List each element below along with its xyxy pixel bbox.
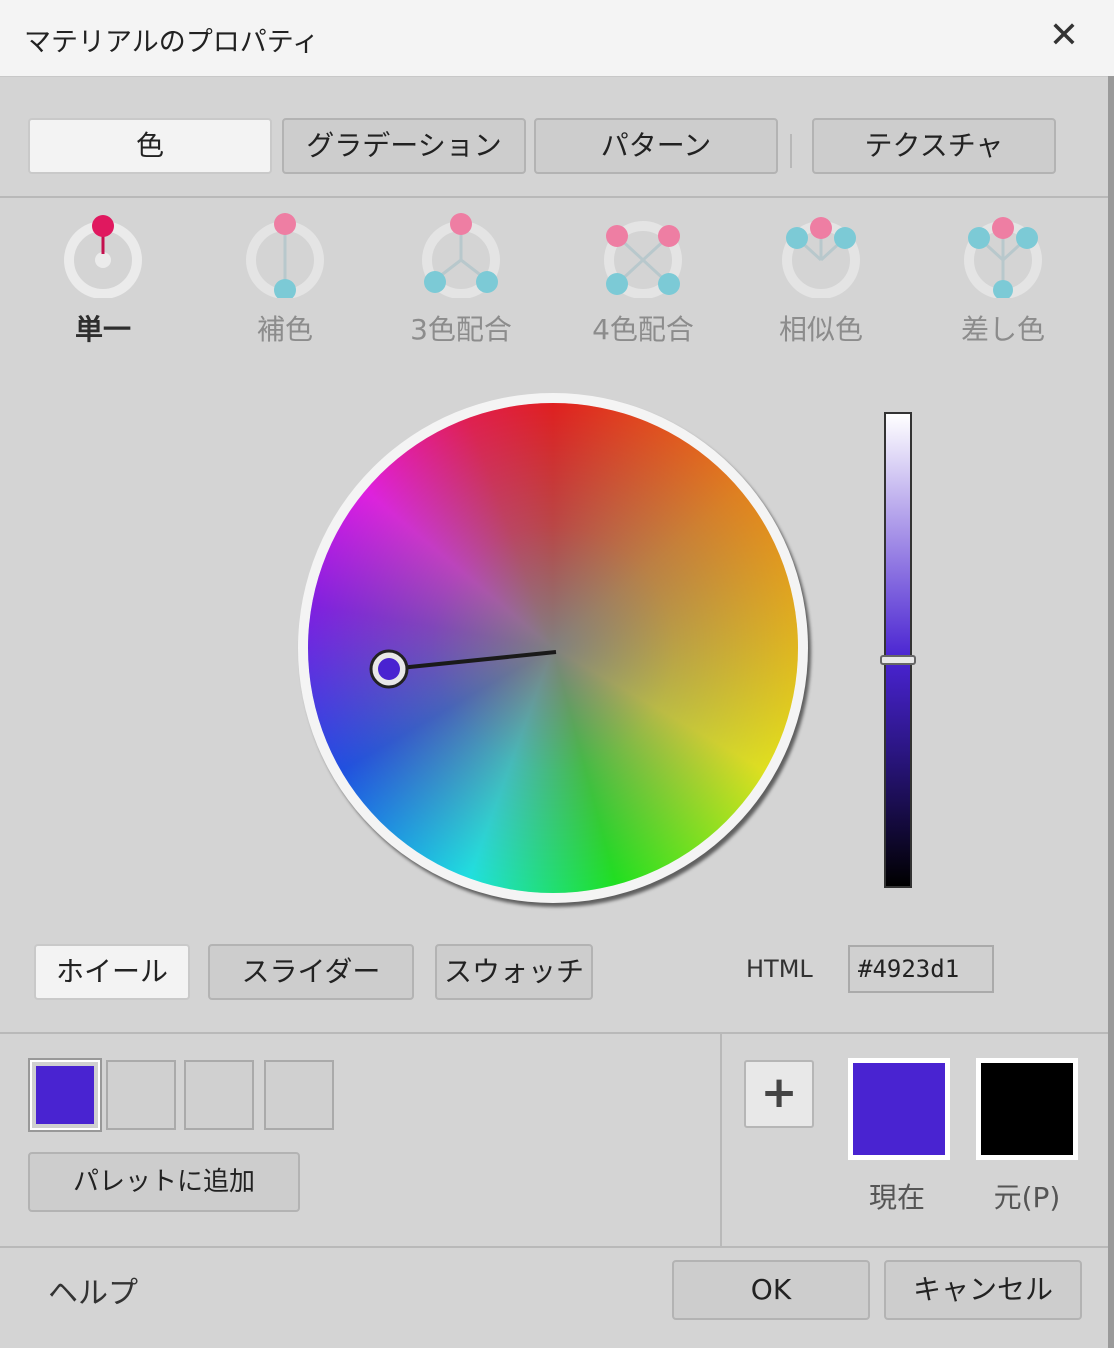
title-bar: マテリアルのプロパティ ✕: [0, 0, 1114, 77]
scheme-complementary-label: 補色: [256, 313, 313, 346]
scheme-analogous[interactable]: 相似色: [756, 212, 886, 348]
ok-button[interactable]: OK: [672, 1260, 870, 1320]
tab-separator: [790, 134, 792, 168]
mode-tab-slider[interactable]: スライダー: [208, 944, 414, 1000]
palette-slot-1[interactable]: [28, 1058, 102, 1132]
original-color-label: 元(P): [993, 1181, 1061, 1214]
wheel-marker-layer: [369, 649, 557, 689]
html-label: HTML: [746, 955, 813, 983]
analogous-scheme-icon: [782, 217, 860, 298]
mode-tab-swatch[interactable]: スウォッチ: [435, 944, 593, 1000]
complementary-scheme-icon: [246, 213, 324, 298]
divider-middle: [0, 1032, 1108, 1034]
tab-gradation[interactable]: グラデーション: [282, 118, 526, 174]
divider-bottom: [0, 1246, 1108, 1248]
divider-vertical: [720, 1034, 722, 1246]
tab-color[interactable]: 色: [28, 118, 272, 174]
palette-slot-2[interactable]: [106, 1060, 176, 1130]
scheme-complementary[interactable]: 補色: [220, 212, 350, 348]
scheme-accent[interactable]: 差し色: [938, 212, 1068, 348]
scheme-analogous-label: 相似色: [778, 313, 863, 346]
color-wheel[interactable]: [298, 393, 816, 911]
current-color-label: 現在: [868, 1181, 925, 1214]
palette-slot-4[interactable]: [264, 1060, 334, 1130]
original-color-swatch[interactable]: [976, 1058, 1078, 1160]
scheme-single-label: 単一: [74, 313, 131, 346]
divider-top: [0, 196, 1108, 198]
triad-scheme-icon: [422, 213, 500, 298]
add-to-palette-button[interactable]: パレットに追加: [28, 1152, 300, 1212]
close-button[interactable]: ✕: [1042, 14, 1086, 58]
current-color-swatch: [848, 1058, 950, 1160]
cancel-button[interactable]: キャンセル: [884, 1260, 1082, 1320]
scheme-accent-label: 差し色: [960, 313, 1045, 346]
brightness-slider[interactable]: [880, 412, 916, 888]
mode-tab-wheel[interactable]: ホイール: [34, 944, 190, 1000]
dialog-title: マテリアルのプロパティ: [24, 27, 320, 58]
tetrad-scheme-icon: [604, 221, 682, 298]
help-link[interactable]: ヘルプ: [48, 1268, 138, 1312]
tab-texture[interactable]: テクスチャ: [812, 118, 1056, 174]
palette-slot-3[interactable]: [184, 1060, 254, 1130]
scheme-single[interactable]: 単一: [38, 212, 168, 348]
add-color-button[interactable]: +: [744, 1060, 814, 1128]
window-edge: [1108, 76, 1114, 1348]
palette-slot-1-color: [36, 1066, 94, 1124]
scheme-tetrad[interactable]: 4色配合: [578, 212, 708, 348]
html-color-input[interactable]: #4923d1: [848, 945, 994, 993]
wheel-marker-dot: [378, 658, 400, 680]
brightness-slider-thumb[interactable]: [880, 654, 916, 665]
scheme-tetrad-label: 4色配合: [592, 313, 694, 346]
scheme-triad-label: 3色配合: [410, 313, 512, 346]
scheme-triad[interactable]: 3色配合: [396, 212, 526, 348]
tab-pattern[interactable]: パターン: [534, 118, 778, 174]
brightness-slider-track[interactable]: [884, 412, 912, 888]
material-properties-dialog: マテリアルのプロパティ ✕ 色 グラデーション パターン テクスチャ 単一 補色: [0, 0, 1114, 1348]
accent-scheme-icon: [964, 217, 1042, 298]
wheel-marker-line: [389, 650, 557, 671]
single-scheme-icon: [64, 215, 142, 298]
